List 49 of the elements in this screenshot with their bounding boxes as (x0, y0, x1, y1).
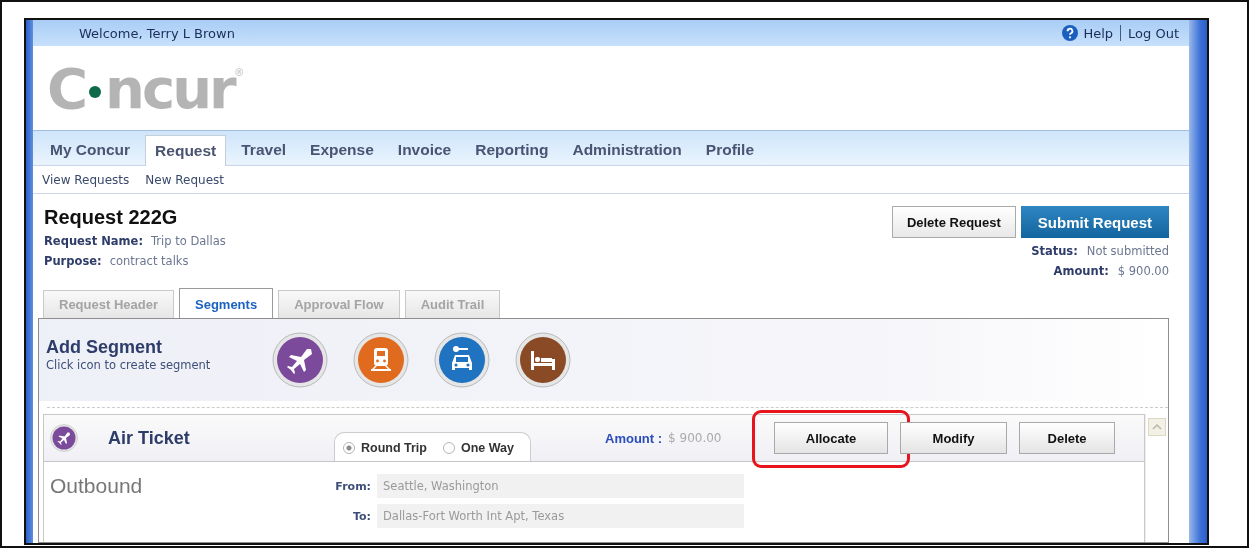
field-label: From: (335, 479, 371, 493)
radio-label[interactable]: One Way (460, 441, 514, 455)
logout-link[interactable]: Log Out (1128, 25, 1179, 41)
delete-request-button[interactable]: Delete Request (891, 206, 1016, 238)
amount-value: $ 900.00 (668, 431, 723, 445)
subnav-link[interactable]: New Request (145, 172, 225, 187)
field-value: Trip to Dallas (151, 234, 226, 248)
radio-button[interactable] (343, 442, 355, 454)
segment-button[interactable]: Delete (1019, 422, 1116, 454)
submit-request-button[interactable]: Submit Request (1020, 206, 1169, 238)
summary-value: Not submitted (1086, 244, 1169, 258)
nav-tab[interactable]: Travel (232, 135, 296, 165)
section-title: Outbound (50, 474, 144, 499)
summary-value: $ 900.00 (1117, 264, 1169, 278)
welcome-text: Welcome, Terry L Brown (79, 25, 235, 41)
nav-tab[interactable]: Invoice (388, 135, 461, 165)
nav-tab[interactable]: My Concur (41, 135, 140, 165)
summary-label: Status: (1031, 244, 1078, 258)
summary-label: Amount: (1053, 264, 1109, 278)
nav-tab[interactable]: Reporting (466, 135, 558, 165)
plane-segment-icon[interactable] (272, 332, 328, 388)
nav-tab[interactable]: Expense (301, 135, 383, 165)
field-value: contract talks (109, 254, 189, 268)
radio-button[interactable] (442, 442, 455, 454)
scroll-up-icon[interactable] (1148, 418, 1166, 436)
scrollbar[interactable] (1145, 414, 1168, 542)
field-label: Request Name: (44, 234, 143, 248)
nav-tab[interactable]: Request (145, 135, 227, 166)
help-link[interactable]: Help (1083, 25, 1114, 41)
subnav-link[interactable]: View Requests (42, 172, 130, 187)
radio-label[interactable]: Round Trip (361, 441, 427, 455)
concur-logo: C ncur$^{®}$ (47, 55, 245, 121)
field-label: Purpose: (44, 254, 102, 268)
car-segment-icon[interactable] (434, 332, 490, 388)
nav-tab[interactable]: Administration (563, 135, 691, 165)
train-segment-icon[interactable] (353, 332, 409, 388)
hotel-segment-icon[interactable] (515, 332, 571, 388)
field-label: To: (352, 509, 371, 523)
request-title: Request 222G (44, 206, 179, 229)
add-segment-title: Add Segment (46, 336, 163, 358)
nav-tab[interactable]: Profile (696, 135, 764, 165)
segment-title: Air Ticket (108, 427, 191, 449)
help-icon[interactable] (1062, 25, 1079, 41)
plane-icon (50, 424, 78, 452)
add-segment-hint: Click icon to create segment (46, 357, 212, 372)
segment-button[interactable]: Allocate (774, 422, 889, 454)
amount-label: Amount : (605, 430, 663, 446)
segment-button[interactable]: Modify (900, 422, 1008, 454)
tab[interactable]: Segments (179, 288, 274, 319)
